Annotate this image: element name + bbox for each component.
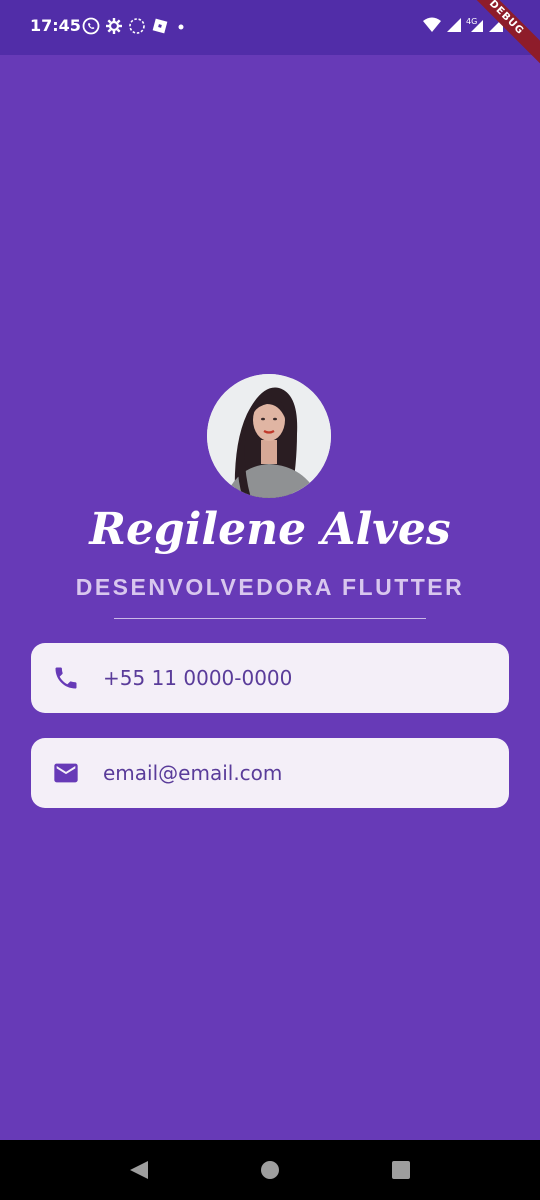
status-bar: 17:45 4G DEBUG bbox=[0, 0, 540, 81]
phone-number: +55 11 0000-0000 bbox=[103, 666, 293, 690]
phone-card[interactable]: +55 11 0000-0000 bbox=[31, 643, 509, 713]
4g-signal-icon: 4G bbox=[466, 16, 484, 34]
divider bbox=[114, 618, 426, 619]
back-icon[interactable] bbox=[128, 1159, 150, 1185]
phone-icon bbox=[52, 664, 80, 692]
signal-icon bbox=[446, 16, 462, 34]
wifi-icon bbox=[422, 16, 442, 34]
email-icon bbox=[52, 759, 80, 787]
profile-name: Regilene Alves bbox=[89, 504, 451, 555]
whatsapp-icon bbox=[82, 17, 100, 35]
home-icon[interactable] bbox=[259, 1159, 281, 1185]
profile-title: DESENVOLVEDORA FLUTTER bbox=[75, 574, 465, 600]
debug-banner: DEBUG bbox=[443, 0, 540, 81]
email-address: email@email.com bbox=[103, 761, 283, 785]
status-system-icons: 4G bbox=[422, 16, 504, 34]
status-notification-icons bbox=[82, 17, 188, 35]
navigation-bar bbox=[0, 1140, 540, 1200]
email-card[interactable]: email@email.com bbox=[31, 738, 509, 808]
sync-icon bbox=[128, 17, 146, 35]
dot-icon bbox=[174, 17, 188, 35]
roblox-icon bbox=[151, 17, 169, 35]
status-time: 17:45 bbox=[30, 16, 81, 35]
settings-icon bbox=[105, 17, 123, 35]
recents-icon[interactable] bbox=[390, 1159, 412, 1185]
svg-text:4G: 4G bbox=[466, 17, 477, 26]
avatar bbox=[207, 374, 331, 498]
